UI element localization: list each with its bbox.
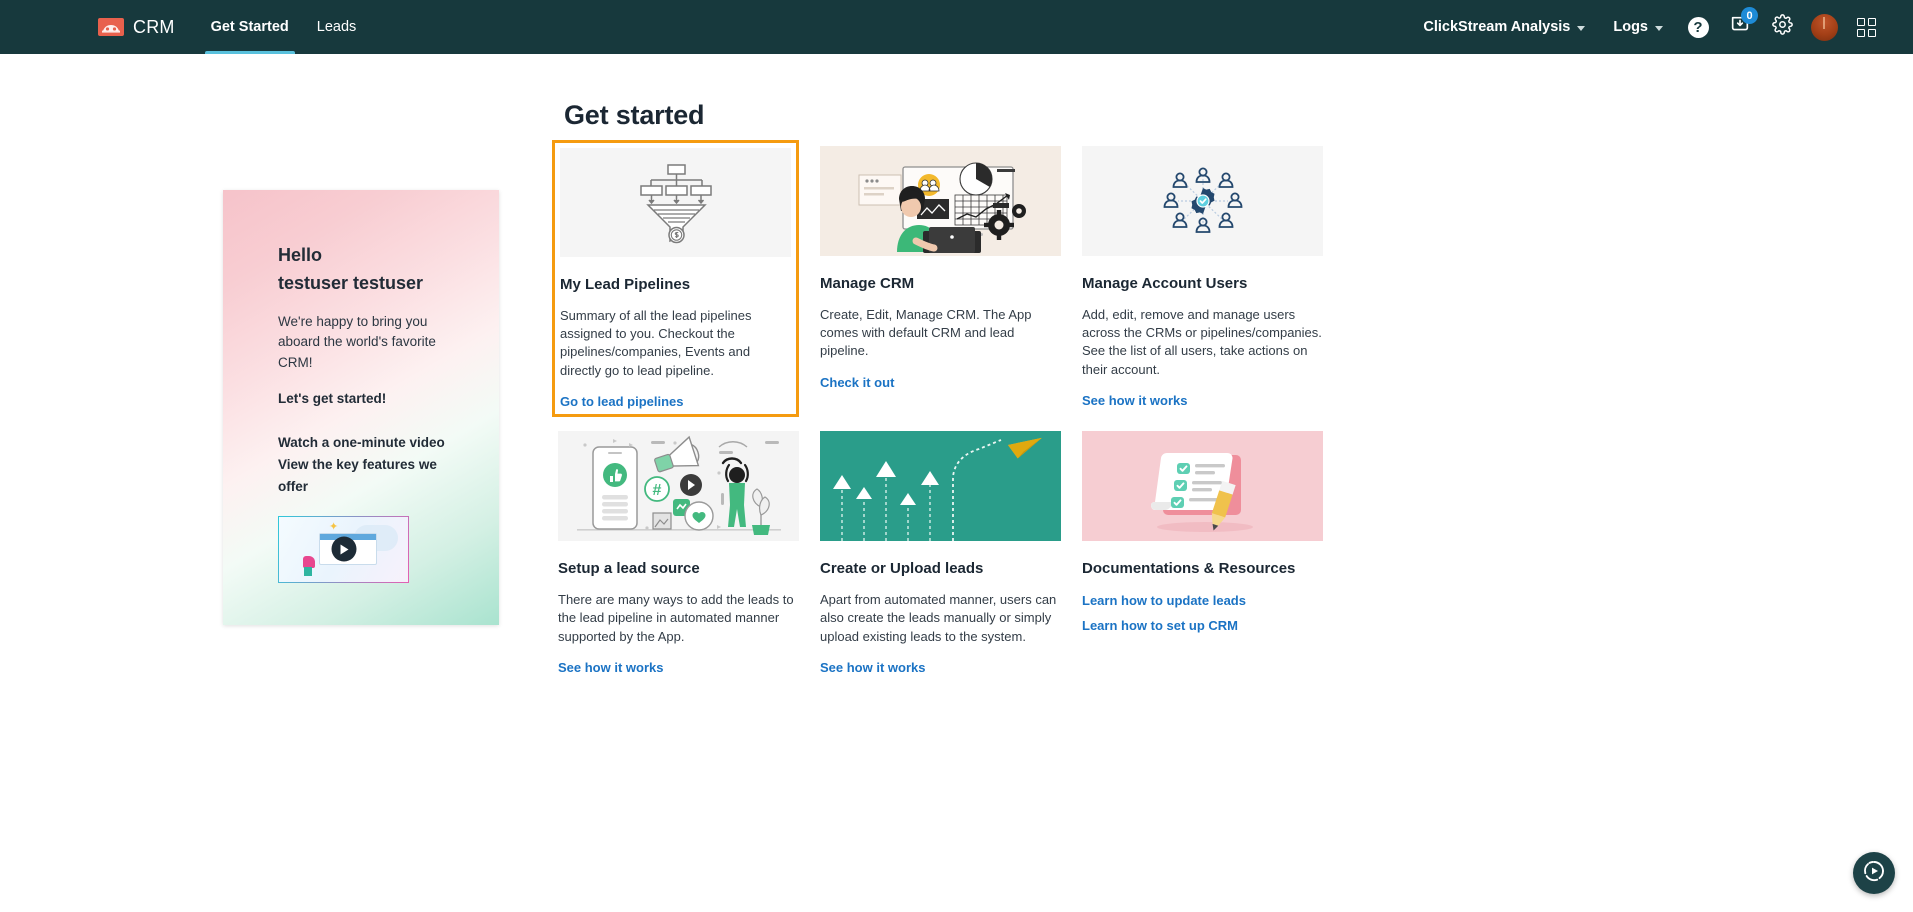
card-media-setup-a-lead-source: # [558, 431, 799, 542]
welcome-body-text: We're happy to bring you aboard the worl… [278, 313, 436, 370]
nav-tab-get-started-label: Get Started [210, 19, 289, 35]
sales-funnel-icon [560, 148, 791, 257]
top-navigation-bar: CRM Get Started Leads ClickStream Analys… [0, 0, 1913, 54]
welcome-link-key-features[interactable]: View the key features we offer [278, 454, 469, 498]
card-link-see-how-it-works-users[interactable]: See how it works [1082, 393, 1323, 408]
card-title-my-lead-pipelines: My Lead Pipelines [560, 276, 691, 293]
menu-logs-label: Logs [1613, 19, 1648, 35]
card-media-create-or-upload-leads [820, 431, 1061, 542]
card-media-manage-account-users [1082, 146, 1323, 256]
card-desc-manage-account-users: Add, edit, remove and manage users acros… [1082, 306, 1322, 377]
page-body: Get started Hello testuser testuser We'r… [0, 54, 1913, 912]
menu-clickstream-analysis[interactable]: ClickStream Analysis [1409, 0, 1599, 54]
help-button[interactable]: ? [1677, 0, 1719, 54]
welcome-card: Hello testuser testuser We're happy to b… [223, 190, 499, 625]
paper-plane-arrows-illustration [820, 431, 1061, 542]
person-at-desk-analytics-illustration [820, 146, 1061, 256]
card-link-see-how-it-works-source[interactable]: See how it works [558, 660, 799, 675]
brand[interactable]: CRM [98, 0, 197, 54]
card-documentations-resources[interactable]: Documentations & Resources Learn how to … [1082, 431, 1323, 675]
card-media-my-lead-pipelines [560, 148, 791, 257]
social-media-marketing-illustration: # [558, 431, 799, 541]
play-button-icon[interactable] [331, 536, 356, 562]
card-desc-my-lead-pipelines: Summary of all the lead pipelines assign… [560, 307, 752, 378]
card-title-manage-crm: Manage CRM [820, 275, 915, 292]
checklist-pencil-illustration [1082, 431, 1323, 541]
settings-button[interactable] [1761, 0, 1803, 54]
card-link-see-how-it-works-upload[interactable]: See how it works [820, 660, 1061, 675]
help-video-fab[interactable] [1853, 852, 1895, 894]
welcome-link-watch-video[interactable]: Watch a one-minute video [278, 432, 469, 454]
card-link-check-it-out[interactable]: Check it out [820, 375, 1061, 390]
users-network-gear-icon [1082, 146, 1323, 256]
app-grid-icon [1856, 17, 1876, 37]
get-started-card-grid: My Lead Pipelines Summary of all the lea… [552, 140, 1328, 675]
card-title-setup-a-lead-source: Setup a lead source [558, 560, 700, 578]
card-media-manage-crm [820, 146, 1061, 256]
chevron-down-icon [1577, 25, 1586, 31]
page-title: Get started [564, 100, 705, 130]
welcome-greeting: Hello [278, 245, 323, 265]
card-manage-crm[interactable]: Manage CRM Create, Edit, Manage CRM. The… [820, 146, 1061, 417]
topbar-right-section: ClickStream Analysis Logs ? 0 [1409, 0, 1913, 54]
card-desc-manage-crm: Create, Edit, Manage CRM. The App comes … [820, 306, 1032, 359]
svg-text:#: # [652, 482, 661, 499]
nav-tab-leads[interactable]: Leads [303, 0, 371, 54]
card-manage-account-users[interactable]: Manage Account Users Add, edit, remove a… [1082, 146, 1323, 417]
video-thumbnail[interactable]: ✦ [278, 515, 409, 583]
avatar [1810, 13, 1838, 41]
person-illustration [301, 555, 315, 576]
chevron-down-icon [1655, 25, 1663, 31]
inbox-badge: 0 [1741, 7, 1758, 24]
welcome-username: testuser testuser [278, 272, 424, 293]
card-title-documentations-resources: Documentations & Resources [1082, 560, 1296, 578]
sparkle-icon: ✦ [329, 520, 339, 533]
card-link-learn-update-leads[interactable]: Learn how to update leads [1082, 593, 1323, 608]
card-desc-setup-a-lead-source: There are many ways to add the leads to … [558, 591, 794, 644]
welcome-links: Watch a one-minute video View the key fe… [278, 432, 469, 498]
card-setup-a-lead-source[interactable]: # Setup a lead source There are many way… [558, 431, 799, 675]
card-title-manage-account-users: Manage Account Users [1082, 275, 1248, 292]
card-title-create-or-upload-leads: Create or Upload leads [820, 560, 984, 578]
app-switcher-button[interactable] [1845, 0, 1887, 54]
user-avatar-button[interactable] [1803, 0, 1845, 54]
card-media-documentations-resources [1082, 431, 1323, 542]
card-desc-create-or-upload-leads: Apart from automated manner, users can a… [820, 591, 1057, 644]
brand-name: CRM [133, 16, 175, 37]
crm-logo-icon [98, 18, 124, 36]
inbox-button[interactable]: 0 [1719, 0, 1761, 54]
gear-icon [1771, 14, 1793, 40]
welcome-cta-text: Let's get started! [278, 391, 387, 407]
nav-tab-get-started[interactable]: Get Started [197, 0, 303, 54]
play-circle-icon [1862, 859, 1886, 888]
nav-tab-leads-label: Leads [316, 19, 357, 35]
help-question-icon: ? [1687, 16, 1709, 38]
menu-logs[interactable]: Logs [1599, 0, 1677, 54]
card-create-or-upload-leads[interactable]: Create or Upload leads Apart from automa… [820, 431, 1061, 675]
card-link-learn-set-up-crm[interactable]: Learn how to set up CRM [1082, 618, 1323, 633]
menu-clickstream-analysis-label: ClickStream Analysis [1423, 19, 1571, 35]
card-link-go-to-lead-pipelines[interactable]: Go to lead pipelines [560, 394, 791, 409]
topbar-left-section: CRM Get Started Leads [0, 0, 370, 54]
card-my-lead-pipelines[interactable]: My Lead Pipelines Summary of all the lea… [552, 140, 799, 418]
